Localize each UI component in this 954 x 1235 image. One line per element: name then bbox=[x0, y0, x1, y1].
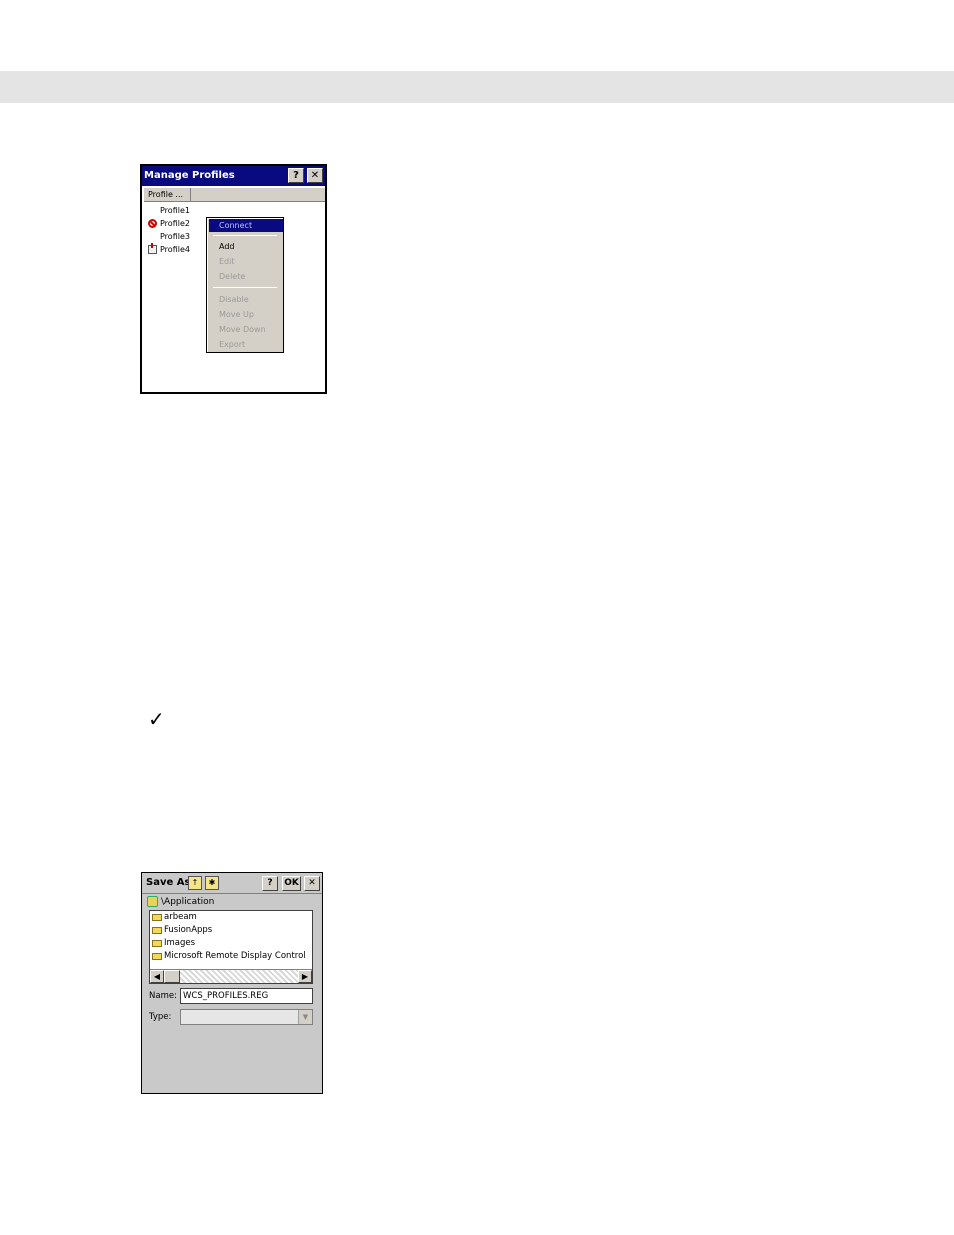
current-path: \Application bbox=[147, 895, 214, 909]
profile-list: Profile1 Profile2 Profile3 Profile4 bbox=[146, 204, 206, 256]
profile-item[interactable]: Profile1 bbox=[146, 204, 206, 217]
folder-list: arbeam FusionApps Images Microsoft Remot… bbox=[149, 910, 313, 984]
folder-item[interactable]: arbeam bbox=[152, 911, 197, 924]
manage-profiles-window: Manage Profiles ? ✕ Profile ... Profile1… bbox=[140, 164, 327, 394]
type-label: Type: bbox=[149, 1012, 172, 1022]
profile-label: Profile4 bbox=[160, 245, 190, 254]
scroll-thumb[interactable] bbox=[164, 970, 180, 983]
ok-button[interactable]: OK bbox=[282, 876, 301, 891]
folder-icon bbox=[152, 940, 162, 947]
close-button[interactable]: ✕ bbox=[304, 876, 320, 891]
profile-item[interactable]: Profile3 bbox=[146, 230, 206, 243]
column-header-profile[interactable]: Profile ... bbox=[144, 188, 191, 202]
new-folder-icon[interactable]: ✱ bbox=[205, 876, 219, 890]
context-menu: Connect Add Edit Delete Disable Move Up … bbox=[206, 217, 284, 353]
scroll-left-button[interactable]: ◀ bbox=[150, 970, 164, 983]
folder-icon bbox=[152, 914, 162, 921]
menu-item-move-up[interactable]: Move Up bbox=[209, 308, 283, 321]
menu-item-export[interactable]: Export bbox=[209, 338, 283, 351]
folder-item[interactable]: Microsoft Remote Display Control bbox=[152, 950, 306, 963]
export-icon bbox=[148, 243, 157, 254]
list-column-header: Profile ... bbox=[144, 188, 325, 202]
page-header-band bbox=[0, 71, 954, 103]
scroll-right-button[interactable]: ▶ bbox=[298, 970, 312, 983]
save-as-window: Save As ↑ ✱ ? OK ✕ \Application arbeam F… bbox=[141, 872, 323, 1094]
profile-item[interactable]: Profile4 bbox=[146, 243, 206, 256]
help-button[interactable]: ? bbox=[262, 876, 278, 891]
horizontal-scrollbar[interactable]: ◀ ▶ bbox=[150, 969, 312, 983]
menu-item-disable[interactable]: Disable bbox=[209, 293, 283, 306]
menu-separator bbox=[213, 235, 277, 236]
checkmark-icon: ✓ bbox=[148, 707, 165, 731]
chevron-down-icon[interactable]: ▼ bbox=[298, 1010, 312, 1024]
menu-item-add[interactable]: Add bbox=[209, 240, 283, 253]
folder-item[interactable]: Images bbox=[152, 937, 195, 950]
folder-label: Microsoft Remote Display Control bbox=[164, 951, 306, 961]
profile-item[interactable]: Profile2 bbox=[146, 217, 206, 230]
folder-search-icon bbox=[147, 896, 158, 907]
name-label: Name: bbox=[149, 991, 177, 1001]
menu-item-move-down[interactable]: Move Down bbox=[209, 323, 283, 336]
profile-label: Profile3 bbox=[160, 232, 190, 241]
close-button[interactable]: ✕ bbox=[307, 168, 323, 183]
name-field[interactable]: WCS_PROFILES.REG bbox=[180, 988, 313, 1004]
menu-separator bbox=[213, 287, 277, 288]
folder-icon bbox=[152, 927, 162, 934]
disabled-icon bbox=[148, 219, 157, 228]
menu-item-edit[interactable]: Edit bbox=[209, 255, 283, 268]
folder-icon bbox=[152, 953, 162, 960]
folder-label: arbeam bbox=[164, 912, 197, 922]
folder-label: FusionApps bbox=[164, 925, 213, 935]
menu-item-delete[interactable]: Delete bbox=[209, 270, 283, 283]
up-folder-icon[interactable]: ↑ bbox=[188, 876, 202, 890]
folder-label: Images bbox=[164, 938, 196, 948]
window-title: Save As bbox=[146, 877, 191, 888]
path-label: \Application bbox=[161, 897, 215, 907]
folder-item[interactable]: FusionApps bbox=[152, 924, 212, 937]
profile-label: Profile2 bbox=[160, 219, 190, 228]
title-divider bbox=[142, 893, 322, 894]
profile-label: Profile1 bbox=[160, 206, 190, 215]
menu-item-connect[interactable]: Connect bbox=[209, 219, 283, 232]
type-dropdown[interactable]: ▼ bbox=[180, 1009, 313, 1025]
help-button[interactable]: ? bbox=[288, 168, 304, 183]
